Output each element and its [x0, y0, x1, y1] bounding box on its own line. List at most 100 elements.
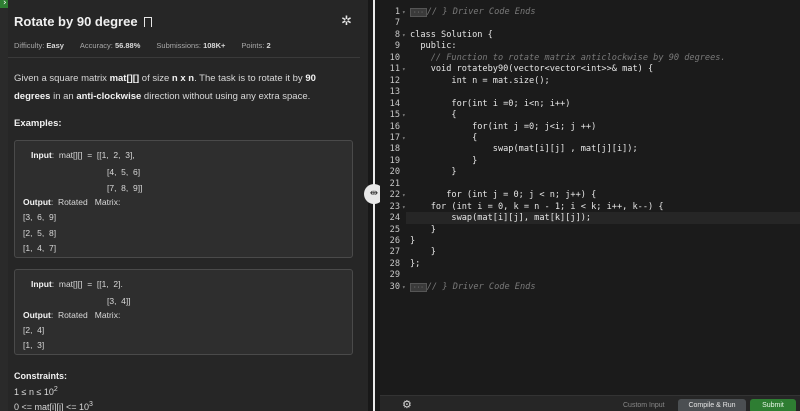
- code-line[interactable]: 11 ▾ void rotateby90(vector<vector<int>>&…: [380, 64, 800, 76]
- code-line[interactable]: 23 ▾ for (int i = 0, k = n - 1; i < k; i+…: [380, 202, 800, 214]
- line-number: 26: [389, 236, 400, 246]
- code-line[interactable]: 9 public:: [380, 41, 800, 53]
- code-line[interactable]: 22 ▾ for (int j = 0; j < n; j++) {: [380, 190, 800, 202]
- line-number: 11: [389, 64, 400, 75]
- submit-button[interactable]: Submit: [750, 399, 796, 411]
- code-token: {: [410, 110, 457, 121]
- chevron-down-icon[interactable]: ▾: [402, 202, 406, 214]
- accuracy: Accuracy: 56.88%: [79, 41, 141, 50]
- code-token: // } Driver Code Ends: [426, 7, 536, 17]
- code-line[interactable]: 13: [380, 87, 800, 99]
- code-line[interactable]: 28};: [380, 259, 800, 271]
- line-number: 20: [389, 167, 400, 178]
- code-editor[interactable]: 1 ▾ ···// } Driver Code Ends 7 8 ▾ class Solut…: [380, 0, 800, 395]
- code-line[interactable]: 10 // Function to rotate matrix anticloc…: [380, 53, 800, 65]
- code-text: {: [410, 133, 477, 145]
- submissions: Submissions: 108K+: [156, 41, 226, 50]
- gear-icon[interactable]: ⚙: [402, 398, 412, 411]
- example2-output-row2: [1, 3]: [23, 340, 45, 350]
- code-line[interactable]: 12 int n = mat.size();: [380, 76, 800, 88]
- code-line[interactable]: 25 }: [380, 225, 800, 237]
- code-text: // Function to rotate matrix anticlockwi…: [410, 53, 726, 65]
- example-box-1: Input: mat[][] = [[1, 2, 3], [4, 5, 6] […: [14, 140, 353, 258]
- constraint-2: 0 <= mat[i][j] <= 103: [14, 401, 93, 411]
- chevron-down-icon[interactable]: ▾: [402, 110, 406, 122]
- code-token: }: [410, 224, 436, 235]
- chevron-down-icon[interactable]: ▾: [402, 7, 406, 19]
- code-token: };: [410, 258, 421, 269]
- code-text: }: [410, 156, 477, 168]
- line-number: 23: [389, 201, 400, 212]
- chevron-down-icon[interactable]: ▾: [402, 64, 406, 76]
- line-number: 7: [394, 18, 400, 29]
- line-number: 9: [394, 41, 400, 52]
- code-text: swap(mat[i][j], mat[k][j]);: [410, 213, 591, 225]
- problem-panel: › Rotate by 90 degree ✲ Difficulty: Easy…: [0, 0, 368, 411]
- code-text: ···// } Driver Code Ends: [410, 282, 536, 294]
- code-line[interactable]: 21: [380, 179, 800, 191]
- example1-input-line3: [7, 8, 9]]: [107, 183, 143, 193]
- code-line[interactable]: 1 ▾ ···// } Driver Code Ends: [380, 7, 800, 19]
- line-number: 21: [389, 178, 400, 189]
- example1-input-line1: Input: mat[][] = [[1, 2, 3],: [31, 150, 135, 160]
- code-line[interactable]: 17 ▾ {: [380, 133, 800, 145]
- compile-run-button[interactable]: Compile & Run: [678, 399, 746, 411]
- line-number: 16: [389, 121, 400, 132]
- code-line[interactable]: 15 ▾ {: [380, 110, 800, 122]
- code-line[interactable]: 19 }: [380, 156, 800, 168]
- bug-icon[interactable]: ✲: [341, 14, 352, 29]
- code-token: for (int j = 0; j < n; j++) {: [410, 190, 597, 201]
- code-text: }: [410, 236, 415, 248]
- folded-region[interactable]: ···: [410, 282, 427, 292]
- example1-output-line: Output: Rotated Matrix:: [23, 197, 121, 207]
- title-row: Rotate by 90 degree: [14, 14, 152, 31]
- line-number: 29: [389, 270, 400, 281]
- code-text: for(int j =0; j<i; j ++): [410, 122, 596, 134]
- example2-output-row1: [2, 4]: [23, 325, 45, 335]
- bookmark-icon[interactable]: [143, 16, 152, 31]
- code-line[interactable]: 14 for(int i =0; i<n; i++): [380, 99, 800, 111]
- line-number: 22: [389, 190, 400, 201]
- code-token: public:: [410, 41, 457, 52]
- folded-region[interactable]: ···: [410, 8, 427, 17]
- code-text: for(int i =0; i<n; i++): [410, 99, 570, 111]
- code-line[interactable]: 29: [380, 270, 800, 282]
- code-text: }: [410, 225, 436, 237]
- splitter-line: [373, 0, 375, 411]
- code-token: }: [410, 155, 478, 166]
- custom-input-button[interactable]: Custom Input: [623, 402, 665, 409]
- code-token: for(int j =0; j<i; j ++): [410, 121, 597, 132]
- code-line[interactable]: 27 }: [380, 247, 800, 259]
- chevron-down-icon[interactable]: ▾: [402, 282, 406, 294]
- code-text: public:: [410, 41, 457, 53]
- example-box-2: Input: mat[][] = [[1, 2]. [3, 4]] Output…: [14, 269, 353, 355]
- line-number: 17: [389, 132, 400, 143]
- code-line[interactable]: 24 swap(mat[i][j], mat[k][j]);: [380, 213, 800, 225]
- examples-heading: Examples:: [14, 118, 62, 129]
- line-number: 13: [389, 87, 400, 98]
- code-token: swap(mat[i][j], mat[k][j]);: [410, 213, 592, 224]
- code-line[interactable]: 8 ▾ class Solution {: [380, 30, 800, 42]
- code-text: }: [410, 247, 436, 259]
- code-line[interactable]: 26}: [380, 236, 800, 248]
- line-number: 12: [389, 75, 400, 86]
- code-token: }: [410, 167, 457, 178]
- chevron-down-icon[interactable]: ▾: [402, 133, 406, 145]
- problem-description: Given a square matrix mat[][] of size n …: [14, 73, 316, 102]
- code-line[interactable]: 30 ▾ ···// } Driver Code Ends: [380, 282, 800, 294]
- code-text: void rotateby90(vector<vector<int>>& mat…: [410, 64, 654, 76]
- code-line[interactable]: 16 for(int j =0; j<i; j ++): [380, 122, 800, 134]
- chevron-down-icon[interactable]: ▾: [402, 190, 406, 202]
- code-line[interactable]: 7: [380, 18, 800, 30]
- code-token: swap(mat[i][j] , mat[j][i]);: [410, 144, 638, 155]
- example1-output-row2: [2, 5, 8]: [23, 228, 57, 238]
- example1-input-line2: [4, 5, 6]: [107, 167, 141, 177]
- code-line[interactable]: 20 }: [380, 167, 800, 179]
- chevron-down-icon[interactable]: ▾: [402, 30, 406, 42]
- line-number: 8: [394, 29, 400, 40]
- line-number: 27: [389, 247, 400, 258]
- code-line[interactable]: 18 swap(mat[i][j] , mat[j][i]);: [380, 144, 800, 156]
- code-text: class Solution {: [410, 30, 493, 42]
- code-token: void rotateby90(vector<vector<int>>& mat…: [410, 64, 654, 75]
- code-token: }: [410, 236, 416, 246]
